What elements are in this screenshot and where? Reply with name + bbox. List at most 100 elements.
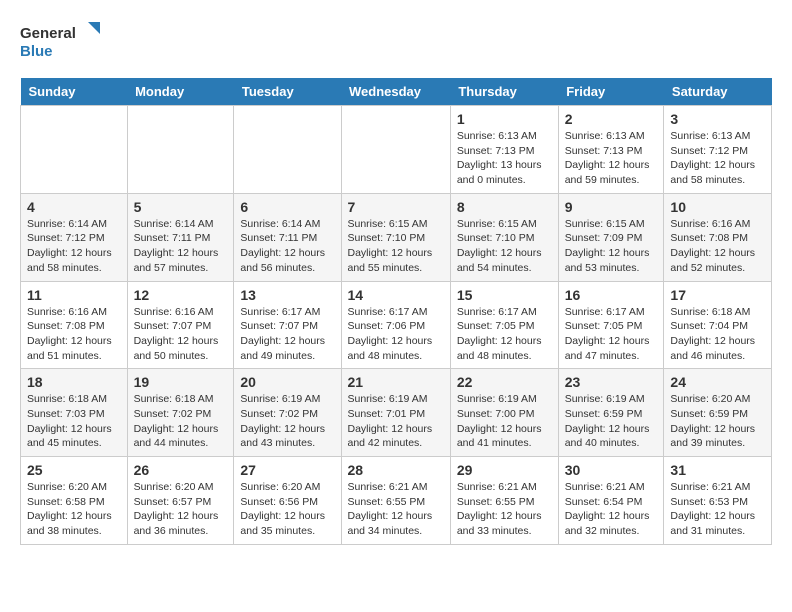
calendar-cell: 12 Sunrise: 6:16 AMSunset: 7:07 PMDaylig…: [127, 281, 234, 369]
day-info: Sunrise: 6:21 AMSunset: 6:54 PMDaylight:…: [565, 480, 658, 539]
day-number: 20: [240, 374, 334, 390]
day-info: Sunrise: 6:15 AMSunset: 7:09 PMDaylight:…: [565, 217, 658, 276]
calendar-cell: 8 Sunrise: 6:15 AMSunset: 7:10 PMDayligh…: [450, 193, 558, 281]
calendar-cell: 22 Sunrise: 6:19 AMSunset: 7:00 PMDaylig…: [450, 369, 558, 457]
day-number: 13: [240, 287, 334, 303]
day-info: Sunrise: 6:19 AMSunset: 7:02 PMDaylight:…: [240, 392, 334, 451]
day-number: 21: [348, 374, 444, 390]
day-info: Sunrise: 6:21 AMSunset: 6:55 PMDaylight:…: [457, 480, 552, 539]
day-info: Sunrise: 6:13 AMSunset: 7:13 PMDaylight:…: [565, 129, 658, 188]
day-number: 24: [670, 374, 765, 390]
svg-text:Blue: Blue: [20, 43, 53, 60]
day-info: Sunrise: 6:17 AMSunset: 7:06 PMDaylight:…: [348, 305, 444, 364]
day-number: 7: [348, 199, 444, 215]
day-number: 3: [670, 111, 765, 127]
day-info: Sunrise: 6:19 AMSunset: 6:59 PMDaylight:…: [565, 392, 658, 451]
calendar-cell: 23 Sunrise: 6:19 AMSunset: 6:59 PMDaylig…: [558, 369, 664, 457]
calendar-cell: 1 Sunrise: 6:13 AMSunset: 7:13 PMDayligh…: [450, 106, 558, 194]
day-info: Sunrise: 6:18 AMSunset: 7:04 PMDaylight:…: [670, 305, 765, 364]
calendar-cell: 26 Sunrise: 6:20 AMSunset: 6:57 PMDaylig…: [127, 457, 234, 545]
weekday-header: Sunday: [21, 78, 128, 106]
day-number: 26: [134, 462, 228, 478]
logo-svg: General Blue: [20, 20, 100, 62]
weekday-header: Tuesday: [234, 78, 341, 106]
calendar-cell: 20 Sunrise: 6:19 AMSunset: 7:02 PMDaylig…: [234, 369, 341, 457]
day-info: Sunrise: 6:20 AMSunset: 6:59 PMDaylight:…: [670, 392, 765, 451]
day-number: 16: [565, 287, 658, 303]
weekday-header: Friday: [558, 78, 664, 106]
calendar-cell: 29 Sunrise: 6:21 AMSunset: 6:55 PMDaylig…: [450, 457, 558, 545]
day-number: 22: [457, 374, 552, 390]
calendar-cell: 18 Sunrise: 6:18 AMSunset: 7:03 PMDaylig…: [21, 369, 128, 457]
day-number: 29: [457, 462, 552, 478]
calendar-week-row: 11 Sunrise: 6:16 AMSunset: 7:08 PMDaylig…: [21, 281, 772, 369]
calendar-cell: 5 Sunrise: 6:14 AMSunset: 7:11 PMDayligh…: [127, 193, 234, 281]
calendar-cell: 2 Sunrise: 6:13 AMSunset: 7:13 PMDayligh…: [558, 106, 664, 194]
calendar-cell: [127, 106, 234, 194]
day-info: Sunrise: 6:14 AMSunset: 7:11 PMDaylight:…: [134, 217, 228, 276]
calendar-cell: 14 Sunrise: 6:17 AMSunset: 7:06 PMDaylig…: [341, 281, 450, 369]
calendar-cell: 11 Sunrise: 6:16 AMSunset: 7:08 PMDaylig…: [21, 281, 128, 369]
calendar-cell: 10 Sunrise: 6:16 AMSunset: 7:08 PMDaylig…: [664, 193, 772, 281]
calendar-cell: 30 Sunrise: 6:21 AMSunset: 6:54 PMDaylig…: [558, 457, 664, 545]
day-info: Sunrise: 6:13 AMSunset: 7:13 PMDaylight:…: [457, 129, 552, 188]
calendar-week-row: 4 Sunrise: 6:14 AMSunset: 7:12 PMDayligh…: [21, 193, 772, 281]
calendar-cell: 19 Sunrise: 6:18 AMSunset: 7:02 PMDaylig…: [127, 369, 234, 457]
day-number: 1: [457, 111, 552, 127]
day-info: Sunrise: 6:20 AMSunset: 6:58 PMDaylight:…: [27, 480, 121, 539]
day-info: Sunrise: 6:19 AMSunset: 7:01 PMDaylight:…: [348, 392, 444, 451]
day-info: Sunrise: 6:17 AMSunset: 7:05 PMDaylight:…: [565, 305, 658, 364]
day-info: Sunrise: 6:14 AMSunset: 7:12 PMDaylight:…: [27, 217, 121, 276]
calendar-cell: 27 Sunrise: 6:20 AMSunset: 6:56 PMDaylig…: [234, 457, 341, 545]
day-number: 5: [134, 199, 228, 215]
calendar-cell: 3 Sunrise: 6:13 AMSunset: 7:12 PMDayligh…: [664, 106, 772, 194]
day-number: 28: [348, 462, 444, 478]
weekday-header: Saturday: [664, 78, 772, 106]
header-row: SundayMondayTuesdayWednesdayThursdayFrid…: [21, 78, 772, 106]
logo: General Blue: [20, 20, 100, 62]
weekday-header: Monday: [127, 78, 234, 106]
day-info: Sunrise: 6:18 AMSunset: 7:02 PMDaylight:…: [134, 392, 228, 451]
page-header: General Blue: [20, 20, 772, 62]
day-info: Sunrise: 6:16 AMSunset: 7:08 PMDaylight:…: [27, 305, 121, 364]
day-number: 23: [565, 374, 658, 390]
day-number: 27: [240, 462, 334, 478]
day-number: 8: [457, 199, 552, 215]
day-info: Sunrise: 6:17 AMSunset: 7:05 PMDaylight:…: [457, 305, 552, 364]
calendar-cell: 21 Sunrise: 6:19 AMSunset: 7:01 PMDaylig…: [341, 369, 450, 457]
day-number: 6: [240, 199, 334, 215]
calendar-cell: 25 Sunrise: 6:20 AMSunset: 6:58 PMDaylig…: [21, 457, 128, 545]
calendar-week-row: 25 Sunrise: 6:20 AMSunset: 6:58 PMDaylig…: [21, 457, 772, 545]
day-info: Sunrise: 6:15 AMSunset: 7:10 PMDaylight:…: [348, 217, 444, 276]
calendar-cell: 16 Sunrise: 6:17 AMSunset: 7:05 PMDaylig…: [558, 281, 664, 369]
calendar-cell: 15 Sunrise: 6:17 AMSunset: 7:05 PMDaylig…: [450, 281, 558, 369]
day-number: 30: [565, 462, 658, 478]
day-info: Sunrise: 6:20 AMSunset: 6:56 PMDaylight:…: [240, 480, 334, 539]
day-info: Sunrise: 6:21 AMSunset: 6:55 PMDaylight:…: [348, 480, 444, 539]
calendar-cell: 9 Sunrise: 6:15 AMSunset: 7:09 PMDayligh…: [558, 193, 664, 281]
day-number: 9: [565, 199, 658, 215]
day-number: 15: [457, 287, 552, 303]
calendar-cell: 24 Sunrise: 6:20 AMSunset: 6:59 PMDaylig…: [664, 369, 772, 457]
calendar-cell: [341, 106, 450, 194]
day-number: 17: [670, 287, 765, 303]
day-number: 18: [27, 374, 121, 390]
calendar-week-row: 18 Sunrise: 6:18 AMSunset: 7:03 PMDaylig…: [21, 369, 772, 457]
day-number: 4: [27, 199, 121, 215]
weekday-header: Thursday: [450, 78, 558, 106]
day-number: 11: [27, 287, 121, 303]
day-number: 31: [670, 462, 765, 478]
day-info: Sunrise: 6:17 AMSunset: 7:07 PMDaylight:…: [240, 305, 334, 364]
calendar-cell: 17 Sunrise: 6:18 AMSunset: 7:04 PMDaylig…: [664, 281, 772, 369]
calendar-cell: 28 Sunrise: 6:21 AMSunset: 6:55 PMDaylig…: [341, 457, 450, 545]
calendar-cell: [21, 106, 128, 194]
day-number: 2: [565, 111, 658, 127]
calendar-cell: 13 Sunrise: 6:17 AMSunset: 7:07 PMDaylig…: [234, 281, 341, 369]
day-number: 12: [134, 287, 228, 303]
calendar-cell: 6 Sunrise: 6:14 AMSunset: 7:11 PMDayligh…: [234, 193, 341, 281]
calendar-cell: 4 Sunrise: 6:14 AMSunset: 7:12 PMDayligh…: [21, 193, 128, 281]
day-info: Sunrise: 6:20 AMSunset: 6:57 PMDaylight:…: [134, 480, 228, 539]
day-number: 10: [670, 199, 765, 215]
calendar-week-row: 1 Sunrise: 6:13 AMSunset: 7:13 PMDayligh…: [21, 106, 772, 194]
day-number: 25: [27, 462, 121, 478]
